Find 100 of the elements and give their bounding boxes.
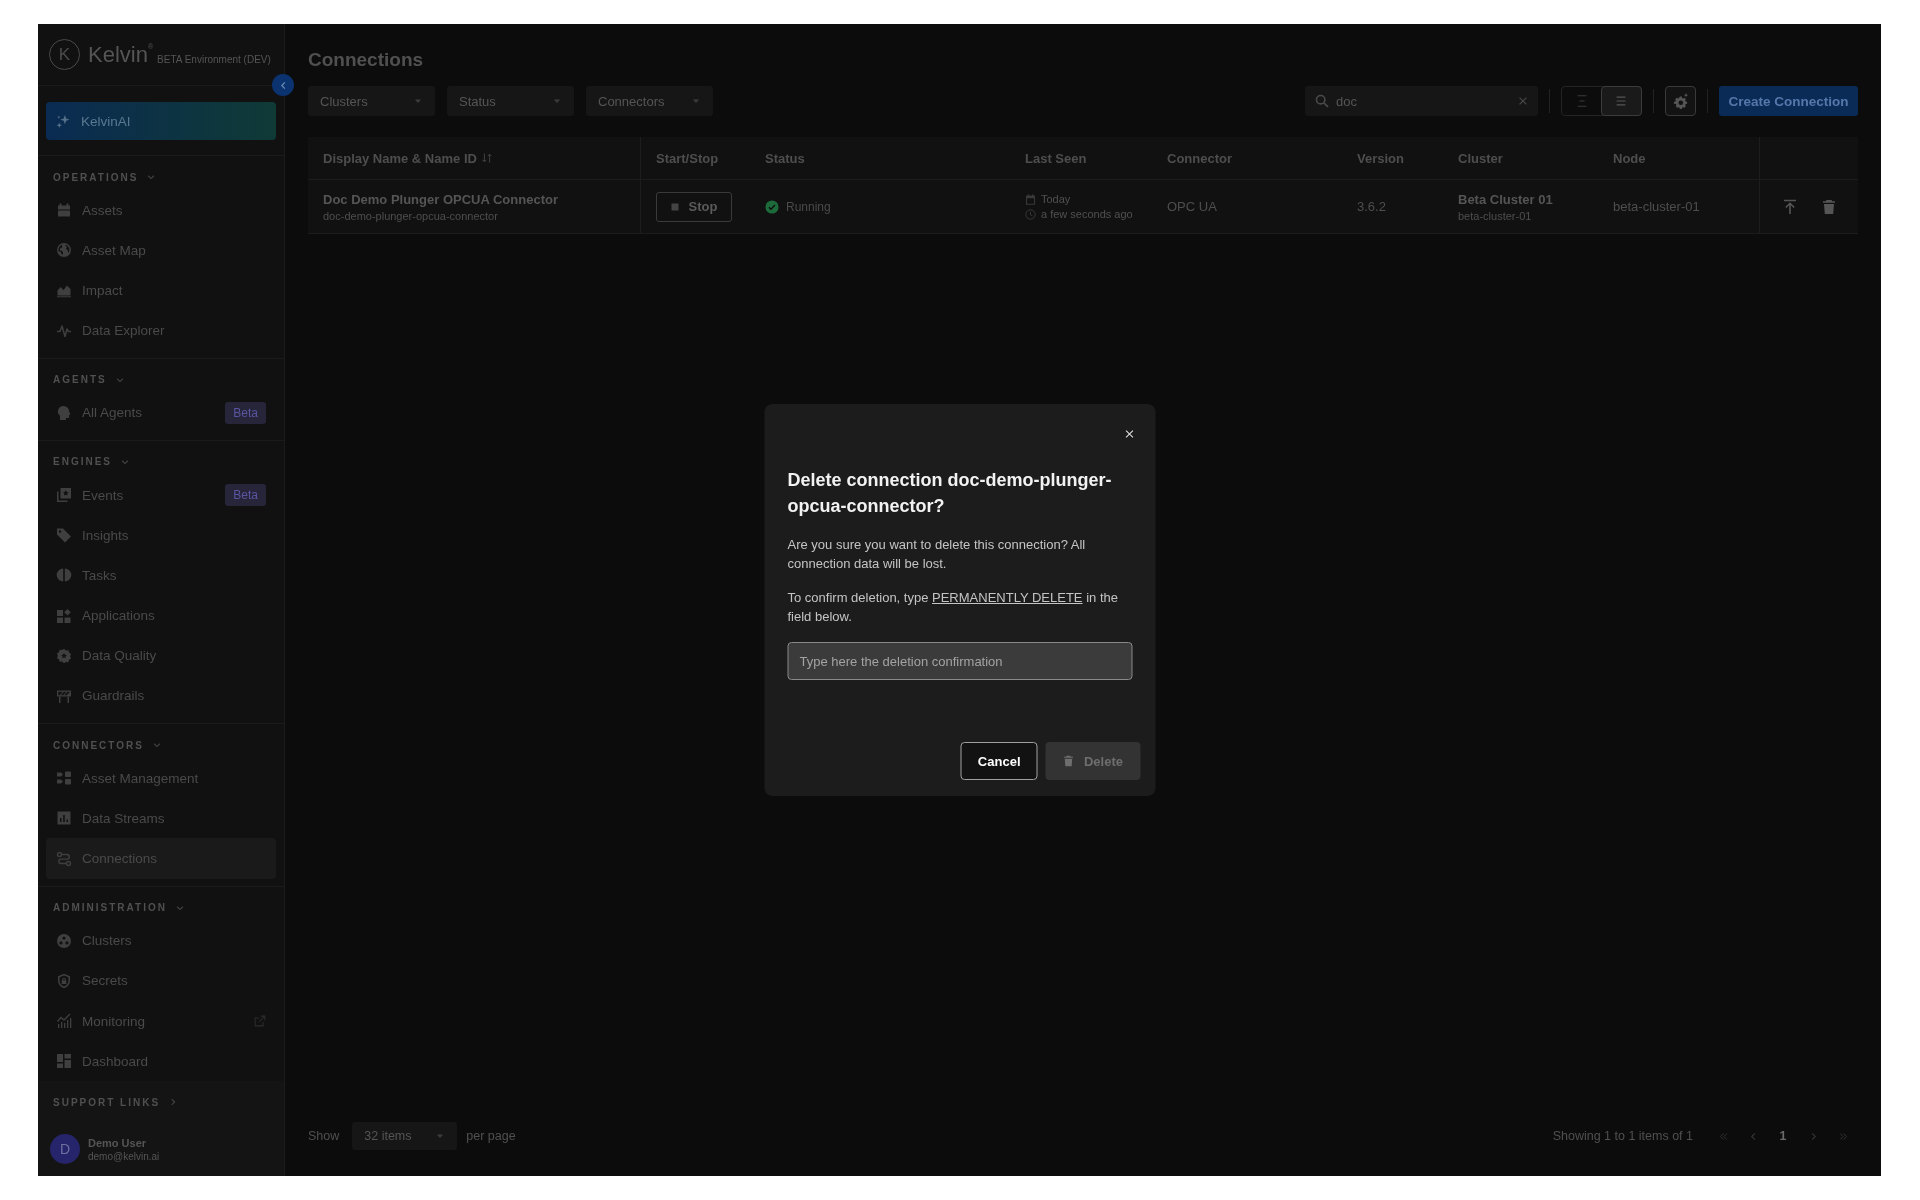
user-email: demo@kelvin.ai: [88, 1150, 160, 1162]
filter-dropdown[interactable]: Clusters: [308, 86, 435, 116]
show-label: Show: [308, 1129, 340, 1143]
confirmation-input[interactable]: Type here the deletion confirmation: [787, 642, 1133, 680]
clear-icon[interactable]: [1518, 96, 1528, 106]
star-gallery-icon: [56, 487, 72, 504]
create-connection-button[interactable]: Create Connection: [1719, 86, 1858, 116]
status-text: Running: [786, 199, 831, 214]
section-header[interactable]: AGENTS: [38, 368, 125, 391]
sidebar-item[interactable]: Insights: [46, 515, 276, 556]
page-button[interactable]: 1: [1773, 1126, 1793, 1146]
double-chevron-left-icon: [1717, 1130, 1729, 1142]
view-mode-button[interactable]: [1600, 86, 1642, 116]
widgets-icon: [56, 607, 72, 624]
column-header[interactable]: Display Name & Name ID: [323, 150, 477, 166]
sparkle-icon: [56, 113, 71, 129]
upload-button[interactable]: [1782, 198, 1798, 215]
sidebar-item[interactable]: Data Quality: [46, 635, 276, 676]
sidebar-item[interactable]: Asset Map: [46, 230, 276, 271]
environment-label: BETA Environment (DEV): [157, 52, 271, 65]
delete-button[interactable]: [1821, 198, 1837, 215]
beta-badge: Beta: [225, 484, 266, 507]
gear-icon: [1672, 93, 1689, 109]
stop-button[interactable]: Stop: [656, 191, 732, 222]
sort-icon: [480, 152, 493, 164]
sidebar-item[interactable]: Asset Management: [46, 758, 276, 799]
column-header[interactable]: Last Seen: [1025, 150, 1087, 166]
check-circle-icon: [765, 199, 779, 214]
upload-icon: [1782, 198, 1798, 215]
star-badge-icon: [56, 647, 72, 664]
cluster-name: Beta Cluster 01: [1458, 191, 1553, 207]
calendar-icon: [1025, 193, 1036, 205]
dashboard-icon: [56, 1053, 72, 1070]
split-circle-icon: [56, 567, 72, 584]
connector-type: OPC UA: [1167, 199, 1217, 214]
shield-lock-icon: [56, 972, 72, 989]
sidebar-item[interactable]: Events Beta: [46, 474, 276, 516]
logo-wordmark: Kelvin$^{®}$: [88, 41, 154, 68]
version-text: 3.6.2: [1357, 199, 1386, 214]
filter-dropdown[interactable]: Status: [447, 86, 574, 116]
last-seen-time: a few seconds ago: [1041, 208, 1133, 220]
section-header[interactable]: CONNECTORS: [38, 734, 162, 757]
section-header[interactable]: ADMINISTRATION: [38, 896, 185, 919]
double-chevron-right-icon: [1837, 1130, 1849, 1142]
sidebar-item[interactable]: Monitoring: [46, 1001, 276, 1042]
sidebar-item[interactable]: All Agents Beta: [46, 392, 276, 433]
collapse-button[interactable]: [272, 74, 294, 96]
page-title: Connections: [308, 48, 425, 72]
beta-badge: Beta: [225, 401, 266, 424]
user-avatar[interactable]: D: [50, 1134, 80, 1165]
sidebar-item[interactable]: Secrets: [46, 960, 276, 1001]
settings-button[interactable]: [1665, 86, 1696, 116]
route-icon: [56, 850, 72, 867]
box-icon: [56, 202, 72, 219]
sidebar-item[interactable]: Assets: [46, 190, 276, 231]
sidebar-item[interactable]: Data Streams: [46, 798, 276, 839]
sidebar-item[interactable]: Tasks: [46, 555, 276, 596]
sidebar-item[interactable]: Data Explorer: [46, 310, 276, 351]
filter-dropdown[interactable]: Connectors: [586, 86, 713, 116]
confirm-instruction: To confirm deletion, type PERMANENTLY DELETE in the field below.: [787, 589, 1119, 626]
column-header[interactable]: Start/Stop: [656, 150, 719, 166]
connection-id: doc-demo-plunger-opcua-connector: [323, 209, 498, 222]
ai-button[interactable]: KelvinAI: [46, 102, 276, 140]
bar-chart-icon: [56, 810, 72, 827]
dialog-message: Are you sure you want to delete this connection? All connection data will be lost.: [787, 536, 1087, 573]
trend-chart-icon: [56, 1013, 72, 1030]
sidebar-item[interactable]: Clusters: [46, 920, 276, 961]
section-header[interactable]: OPERATIONS: [38, 166, 157, 188]
node-name: beta-cluster-01: [1613, 199, 1700, 214]
globe-icon: [56, 242, 72, 259]
pulse-icon: [56, 322, 72, 339]
stop-icon: [670, 202, 679, 211]
per-page-label: per page: [466, 1129, 516, 1143]
sidebar-item[interactable]: Applications: [46, 595, 276, 636]
search-field[interactable]: doc: [1305, 86, 1538, 116]
cancel-button[interactable]: Cancel: [960, 742, 1038, 780]
column-header[interactable]: Status: [765, 150, 805, 166]
page-size-select[interactable]: 32 items: [352, 1122, 458, 1150]
head-icon: [56, 404, 72, 421]
connection-name[interactable]: Doc Demo Plunger OPCUA Connector: [323, 191, 558, 207]
close-icon: [1124, 429, 1135, 439]
column-header[interactable]: Cluster: [1458, 150, 1503, 166]
blocks-icon: [56, 770, 72, 787]
sidebar-item[interactable]: Dashboard: [46, 1041, 276, 1082]
column-header[interactable]: Version: [1357, 150, 1404, 166]
section-header[interactable]: ENGINES: [38, 450, 130, 473]
column-header[interactable]: Node: [1613, 150, 1646, 166]
pagination-summary: Showing 1 to 1 items of 1: [1552, 1129, 1693, 1143]
last-seen-date: Today: [1041, 193, 1071, 205]
dialog-title: Delete connection doc-demo-plunger-opcua-connector?: [787, 469, 1113, 518]
search-icon: [1315, 94, 1329, 108]
section-header[interactable]: SUPPORT LINKS: [38, 1091, 179, 1114]
external-link-icon: [254, 1015, 266, 1028]
column-header[interactable]: Connector: [1167, 150, 1232, 166]
sidebar-item[interactable]: Impact: [46, 270, 276, 311]
cluster-icon: [56, 932, 72, 949]
sidebar-item[interactable]: Guardrails: [46, 675, 276, 717]
tag-icon: [56, 527, 72, 544]
user-name: Demo User: [88, 1136, 148, 1149]
trash-icon: [1821, 198, 1837, 215]
